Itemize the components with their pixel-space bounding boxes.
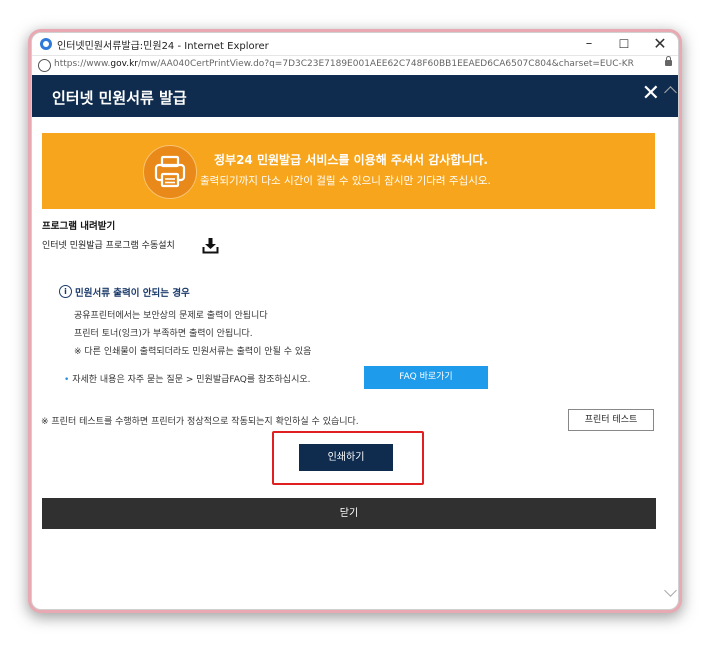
info-line-shared-printer: 공유프린터에서는 보안상의 문제로 출력이 안됩니다	[74, 311, 268, 321]
window-title: 인터넷민원서류발급:민원24 - Internet Explorer	[57, 41, 269, 52]
banner-headline: 정부24 민원발급 서비스를 이용해 주셔서 감사합니다.	[214, 153, 488, 167]
close-icon[interactable]: ✕	[642, 83, 660, 105]
page-title: 인터넷 민원서류 발급	[52, 89, 187, 107]
window-titlebar: 인터넷민원서류발급:민원24 - Internet Explorer – ☐ ✕	[32, 33, 678, 55]
printer-test-button[interactable]: 프린터 테스트	[568, 409, 654, 431]
internet-explorer-icon	[40, 38, 52, 50]
globe-icon	[38, 59, 51, 72]
notice-banner: 정부24 민원발급 서비스를 이용해 주셔서 감사합니다. 출력되기까지 다소 …	[42, 133, 655, 209]
url-domain: gov.kr	[110, 59, 139, 69]
browser-window: 인터넷민원서류발급:민원24 - Internet Explorer – ☐ ✕…	[31, 32, 679, 610]
info-line-toner: 프린터 토너(잉크)가 부족하면 출력이 안됩니다.	[74, 329, 253, 339]
print-failure-heading: 민원서류 출력이 안되는 경우	[75, 288, 190, 299]
window-close-button[interactable]: ✕	[645, 34, 675, 54]
bullet-icon: •	[64, 375, 70, 385]
print-button[interactable]: 인쇄하기	[299, 444, 393, 471]
minimize-button[interactable]: –	[574, 34, 604, 54]
info-line-other-prints: ※ 다른 인쇄물이 출력되더라도 민원서류는 출력이 안될 수 있음	[74, 347, 312, 357]
lock-icon	[665, 56, 672, 66]
close-button[interactable]: 닫기	[42, 498, 656, 529]
faq-note-text: 자세한 내용은 자주 묻는 질문 > 민원발급FAQ를 참조하십시오.	[72, 375, 311, 385]
printer-test-note: ※ 프린터 테스트를 수행하면 프린터가 정상적으로 작동되는지 확인하실 수 …	[41, 417, 359, 427]
maximize-button[interactable]: ☐	[609, 34, 639, 54]
printer-icon	[143, 145, 197, 199]
download-icon[interactable]	[202, 237, 219, 254]
modal-header: 인터넷 민원서류 발급 ✕	[32, 75, 678, 117]
program-download-heading: 프로그램 내려받기	[42, 221, 116, 232]
url-path: /mw/AA040CertPrintView.do?q=7D3C23E7189E…	[138, 59, 634, 69]
info-icon: i	[59, 285, 72, 298]
manual-install-label[interactable]: 인터넷 민원발급 프로그램 수동설치	[42, 238, 175, 251]
url-text[interactable]: https://www.gov.kr/mw/AA040CertPrintView…	[54, 59, 634, 69]
faq-note: • 자세한 내용은 자주 묻는 질문 > 민원발급FAQ를 참조하십시오.	[64, 372, 311, 385]
scroll-down-arrow-icon[interactable]	[664, 584, 677, 597]
url-prefix: https://www.	[54, 59, 111, 69]
banner-subtext: 출력되기까지 다소 시간이 걸릴 수 있으니 잠시만 기다려 주십시오.	[200, 175, 491, 187]
address-bar[interactable]: https://www.gov.kr/mw/AA040CertPrintView…	[32, 55, 678, 76]
faq-button[interactable]: FAQ 바로가기	[364, 366, 488, 389]
